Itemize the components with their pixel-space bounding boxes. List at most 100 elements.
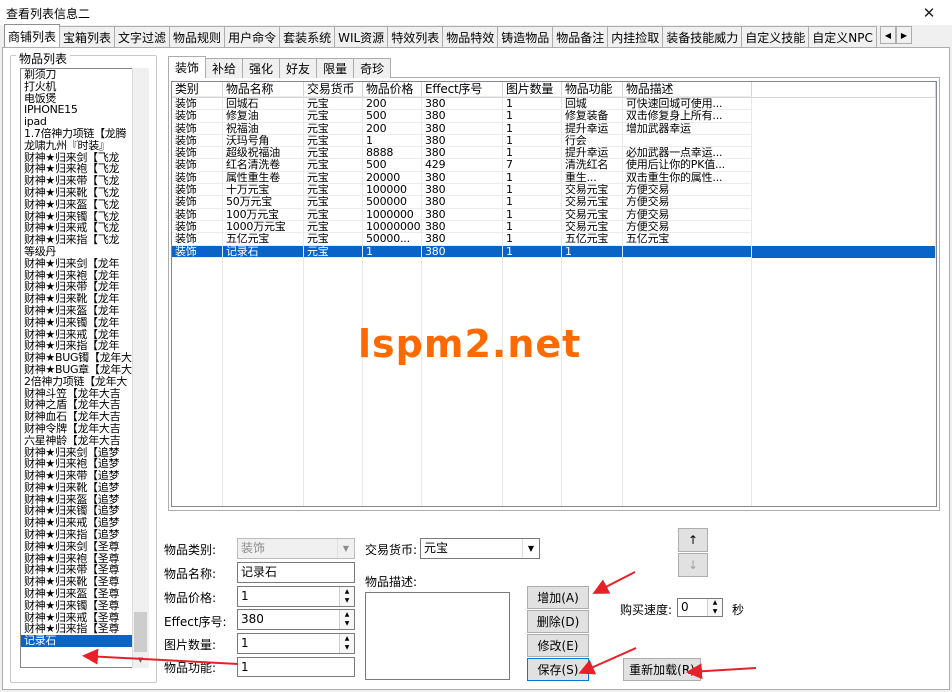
table-row[interactable]: 装饰 修复油 元宝 500 380 1 修复装备 双击修复身上所有... [172, 110, 936, 123]
main-tab-11[interactable]: 内挂捡取 [607, 26, 664, 47]
list-item[interactable]: 财神★归来带【圣尊 [21, 564, 148, 576]
list-item[interactable]: 财神★归来剑【圣尊 [21, 541, 148, 553]
name-input[interactable]: 记录石 [237, 562, 355, 583]
table-row[interactable]: 装饰 属性重生卷 元宝 20000 380 1 重生... 双击重生你的属性... [172, 171, 936, 185]
list-item[interactable]: 财神★归来靴【龙年 [21, 293, 148, 305]
list-item[interactable]: 财神★归来镯【追梦 [21, 505, 148, 517]
item-list-scroll-thumb[interactable] [134, 612, 147, 652]
close-button[interactable]: ✕ [906, 0, 952, 25]
scroll-down-arrow-icon[interactable]: ▼ [132, 652, 149, 668]
grid-column-header[interactable]: 物品名称 [223, 82, 304, 97]
sub-tab-2[interactable]: 强化 [242, 58, 281, 78]
list-item[interactable]: 财神★归来镯【飞龙 [21, 211, 148, 223]
main-tab-0[interactable]: 商铺列表 [4, 24, 61, 47]
tab-scroll-left-icon[interactable]: ◀ [879, 26, 896, 44]
table-row[interactable]: 装饰 祝福油 元宝 200 380 1 提升幸运 增加武器幸运 [172, 122, 936, 135]
list-item[interactable]: 财神★归来靴【追梦 [21, 482, 148, 494]
main-tab-10[interactable]: 物品备注 [552, 26, 609, 47]
list-item[interactable]: 财神★归来戒【圣尊 [21, 612, 148, 624]
currency-select[interactable]: 元宝 ▼ [420, 538, 540, 559]
grid-column-header[interactable]: 交易货币 [304, 82, 363, 97]
grid-column-header[interactable]: 物品功能 [562, 82, 623, 97]
main-tab-1[interactable]: 宝箱列表 [59, 26, 116, 47]
list-item[interactable]: 财神★归来袍【追梦 [21, 458, 148, 470]
reload-button[interactable]: 重新加载(R) [623, 658, 701, 681]
table-row[interactable]: 装饰 50万元宝 元宝 500000 380 1 交易元宝 方便交易 [172, 196, 936, 209]
list-item[interactable]: 财神★BUG镯【龙年大 [21, 352, 148, 364]
list-item[interactable]: 财神★归来剑【飞龙 [21, 152, 148, 164]
speed-spinner[interactable]: ▲ ▼ [707, 599, 722, 616]
list-item[interactable]: 龙啸九州『时装』 [21, 140, 148, 152]
list-item[interactable]: 财神之盾【龙年大吉 [21, 399, 148, 411]
list-item[interactable]: ipad [21, 116, 148, 128]
effect-spinner[interactable]: ▲ ▼ [339, 610, 354, 629]
list-item[interactable]: 财神★归来指【圣尊 [21, 623, 148, 635]
main-tab-14[interactable]: 自定义NPC [808, 26, 877, 47]
main-tab-5[interactable]: 套装系统 [279, 26, 336, 47]
list-item[interactable]: 财神★归来盔【龙年 [21, 305, 148, 317]
list-item[interactable]: 打火机 [21, 81, 148, 93]
list-item[interactable]: 财神★归来剑【龙年 [21, 258, 148, 270]
save-button[interactable]: 保存(S) [527, 658, 589, 681]
grid-column-header[interactable]: 物品描述 [623, 82, 752, 97]
list-item[interactable]: 财神★归来剑【追梦 [21, 447, 148, 459]
table-row[interactable]: 装饰 五亿元宝 元宝 50000... 380 1 五亿元宝 五亿元宝 [172, 233, 936, 246]
table-row[interactable]: 装饰 沃玛号角 元宝 1 380 1 行会 [172, 134, 936, 148]
main-tab-3[interactable]: 物品规则 [169, 26, 226, 47]
list-item[interactable]: 财神★归来带【飞龙 [21, 175, 148, 187]
grid-column-header[interactable]: 物品价格 [363, 82, 422, 97]
grid-column-header[interactable]: 类别 [172, 82, 223, 97]
tab-scroll-right-icon[interactable]: ▶ [895, 26, 912, 44]
main-tab-7[interactable]: 特效列表 [387, 26, 444, 47]
main-tab-6[interactable]: WIL资源 [334, 26, 389, 47]
modify-button[interactable]: 修改(E) [527, 634, 589, 657]
desc-textarea[interactable] [365, 592, 510, 680]
grid-column-header[interactable]: Effect序号 [422, 82, 503, 97]
price-spinner[interactable]: ▲ ▼ [339, 587, 354, 606]
table-row[interactable]: 装饰 超级祝福油 元宝 8888 380 1 提升幸运 必加武器一点幸运... [172, 147, 936, 160]
item-grid[interactable]: 类别 物品名称 交易货币 物品价格 Effect序号 图片数量 物品功能 物品描述 装饰 回城石元… [171, 81, 937, 507]
table-row[interactable]: 装饰 十万元宝 元宝 100000 380 1 交易元宝 方便交易 [172, 184, 936, 197]
main-tab-9[interactable]: 铸造物品 [497, 26, 554, 47]
sub-tab-5[interactable]: 奇珍 [353, 58, 392, 78]
main-tab-13[interactable]: 自定义技能 [741, 26, 810, 47]
effect-input[interactable]: 380 ▲ ▼ [237, 609, 355, 630]
list-item[interactable]: 财神★归来盔【飞龙 [21, 199, 148, 211]
list-item[interactable]: 财神★归来戒【飞龙 [21, 222, 148, 234]
list-item[interactable]: 财神★归来带【追梦 [21, 470, 148, 482]
list-item[interactable]: 记录石 [21, 635, 148, 648]
list-item[interactable]: 财神★归来靴【圣尊 [21, 576, 148, 588]
list-item[interactable]: 电饭煲 [21, 93, 148, 105]
table-row[interactable]: 装饰 1000万元宝 元宝 10000000 380 1 交易元宝 方便交易 [172, 220, 936, 234]
list-item[interactable]: 财神★归来带【龙年 [21, 281, 148, 293]
list-item[interactable]: 财神★归来戒【龙年 [21, 329, 148, 341]
list-item[interactable]: 2倍神力项链【龙年大 [21, 376, 148, 388]
move-up-button[interactable]: ↑ [678, 528, 708, 552]
list-item[interactable]: 财神★归来戒【追梦 [21, 517, 148, 529]
list-item[interactable]: 财神★归来盔【追梦 [21, 494, 148, 506]
table-row[interactable]: 装饰 记录石 元宝 1 380 1 1 [172, 245, 936, 258]
table-row[interactable]: 装饰 红名清洗卷 元宝 500 429 7 清洗红名 使用后让你的PK值... [172, 159, 936, 172]
list-item[interactable]: 财神★归来袍【龙年 [21, 270, 148, 282]
imgcount-spinner[interactable]: ▲ ▼ [339, 634, 354, 653]
list-item[interactable]: 财神★归来袍【飞龙 [21, 163, 148, 175]
list-item[interactable]: 财神★归来袍【圣尊 [21, 553, 148, 565]
list-item[interactable]: 财神★归来指【龙年 [21, 340, 148, 352]
main-tab-12[interactable]: 装备技能威力 [662, 26, 743, 47]
item-list[interactable]: 剃须刀 打火机 电饭煲 IPHONE15 ipad 1.7倍神力项链【龙腾 龙啸九州『时装』… [20, 68, 149, 668]
table-row[interactable]: 装饰 回城石 元宝 200 380 1 回城 可快速回城可使用... [172, 98, 936, 111]
list-item[interactable]: 财神★归来指【追梦 [21, 529, 148, 541]
list-item[interactable]: 财神★归来镯【圣尊 [21, 600, 148, 612]
price-input[interactable]: 1 ▲ ▼ [237, 586, 355, 607]
list-item[interactable]: 财神令牌【龙年大吉 [21, 423, 148, 435]
list-item[interactable]: IPHONE15 [21, 104, 148, 116]
add-button[interactable]: 增加(A) [527, 586, 589, 609]
grid-column-header[interactable]: 图片数量 [503, 82, 562, 97]
list-item[interactable]: 财神血石【龙年大吉 [21, 411, 148, 423]
list-item[interactable]: 财神★归来靴【飞龙 [21, 187, 148, 199]
sub-tab-0[interactable]: 装饰 [168, 56, 207, 78]
sub-tab-4[interactable]: 限量 [316, 58, 355, 78]
list-item[interactable]: 财神★归来指【飞龙 [21, 234, 148, 246]
list-item[interactable]: 六星神龄【龙年大吉 [21, 435, 148, 447]
imgcount-input[interactable]: 1 ▲ ▼ [237, 633, 355, 654]
